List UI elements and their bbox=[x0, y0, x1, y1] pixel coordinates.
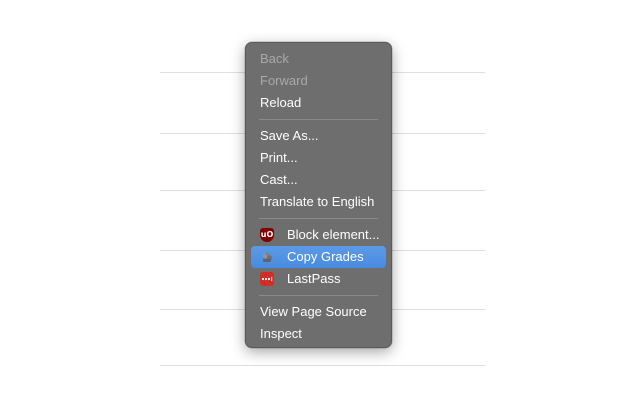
menu-item-translate[interactable]: Translate to English bbox=[251, 191, 386, 213]
ublock-origin-icon: uO bbox=[260, 228, 274, 242]
page-divider bbox=[160, 365, 485, 366]
copy-grades-extension-icon bbox=[260, 250, 274, 264]
menu-item-forward[interactable]: Forward bbox=[251, 70, 386, 92]
menu-item-reload[interactable]: Reload bbox=[251, 92, 386, 114]
menu-item-block-element[interactable]: uO Block element... bbox=[251, 224, 386, 246]
menu-separator bbox=[259, 218, 378, 219]
context-menu: Back Forward Reload Save As... Print... … bbox=[245, 42, 392, 348]
menu-item-lastpass[interactable]: LastPass bbox=[251, 268, 386, 290]
menu-item-label: LastPass bbox=[287, 271, 341, 286]
menu-separator bbox=[259, 119, 378, 120]
menu-item-print[interactable]: Print... bbox=[251, 147, 386, 169]
page-background: Back Forward Reload Save As... Print... … bbox=[0, 0, 640, 400]
menu-item-save-as[interactable]: Save As... bbox=[251, 125, 386, 147]
menu-item-inspect[interactable]: Inspect bbox=[251, 323, 386, 345]
menu-item-label: Block element... bbox=[287, 227, 380, 242]
lastpass-icon bbox=[260, 272, 274, 286]
menu-item-copy-grades[interactable]: Copy Grades bbox=[251, 246, 386, 268]
menu-item-view-page-source[interactable]: View Page Source bbox=[251, 301, 386, 323]
menu-item-back[interactable]: Back bbox=[251, 48, 386, 70]
menu-separator bbox=[259, 295, 378, 296]
menu-item-label: Copy Grades bbox=[287, 249, 364, 264]
menu-item-cast[interactable]: Cast... bbox=[251, 169, 386, 191]
